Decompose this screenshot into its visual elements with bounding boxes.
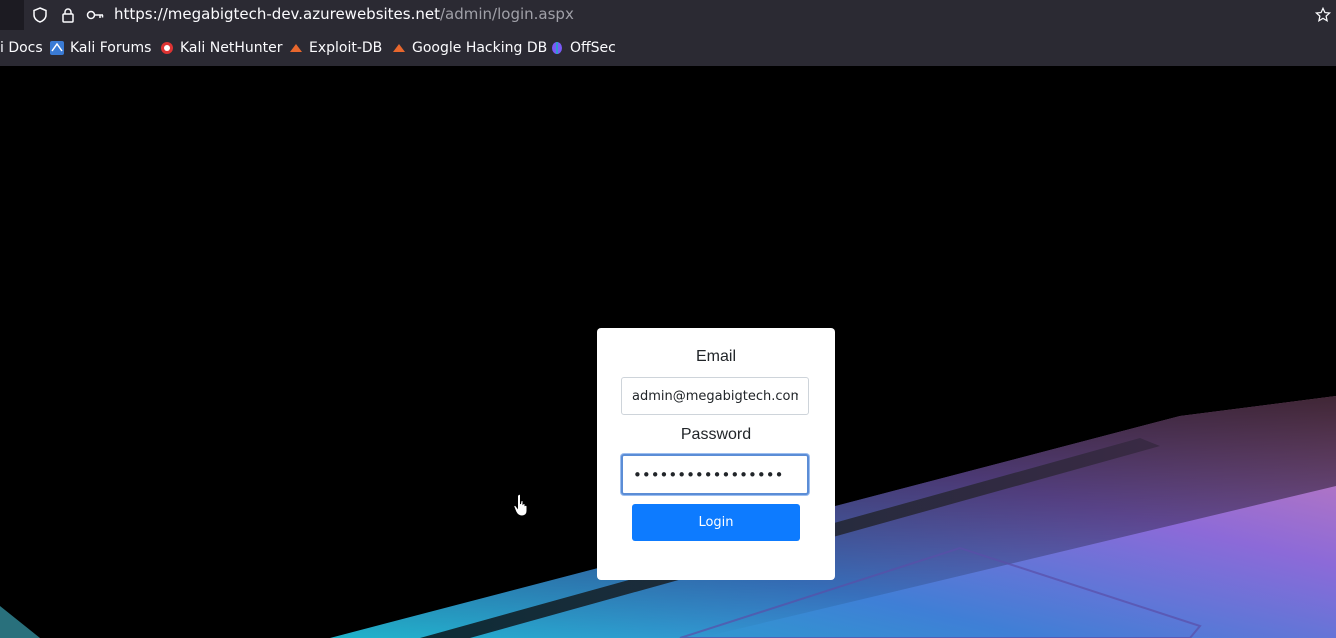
page-viewport: Email Password Login <box>0 66 1336 638</box>
bookmark-kali-nethunter[interactable]: Kali NetHunter <box>160 40 282 56</box>
bookmark-label: Kali Forums <box>70 40 152 56</box>
url-text[interactable]: https://megabigtech-dev.azurewebsites.ne… <box>114 5 574 23</box>
login-form: Email Password Login <box>597 328 835 580</box>
bookmark-label: Kali NetHunter <box>180 40 283 56</box>
shield-icon[interactable] <box>32 7 48 23</box>
kali-forums-icon <box>50 41 64 55</box>
bookmark-label: Google Hacking DB <box>412 40 548 56</box>
bookmark-offsec[interactable]: OffSec <box>550 40 616 56</box>
bookmark-label: i Docs <box>0 40 43 56</box>
bookmark-google-hacking-db[interactable]: Google Hacking DB <box>392 40 547 56</box>
key-icon[interactable] <box>86 7 104 23</box>
url-host: https://megabigtech-dev.azurewebsites.ne… <box>114 5 440 23</box>
email-label: Email <box>695 348 736 365</box>
bookmark-label: Exploit-DB <box>309 40 383 56</box>
nethunter-icon <box>161 42 173 54</box>
bookmark-kali-docs[interactable]: i Docs <box>0 40 43 56</box>
bookmark-kali-forums[interactable]: Kali Forums <box>50 40 151 56</box>
exploitdb-icon <box>290 44 302 52</box>
offsec-icon <box>552 42 562 54</box>
hand-cursor-icon <box>513 493 528 517</box>
password-label: Password <box>680 426 752 443</box>
url-path: /admin/login.aspx <box>440 5 574 23</box>
address-bar[interactable]: https://megabigtech-dev.azurewebsites.ne… <box>24 0 1336 30</box>
bookmarks-toolbar: i Docs Kali Forums Kali NetHunter Exploi… <box>0 30 1336 66</box>
bookmark-label: OffSec <box>570 40 616 56</box>
password-field[interactable] <box>621 454 809 495</box>
login-button[interactable]: Login <box>632 504 800 541</box>
star-bookmark-icon[interactable] <box>1314 7 1332 23</box>
bookmark-exploit-db[interactable]: Exploit-DB <box>289 40 382 56</box>
email-field[interactable] <box>621 377 809 415</box>
ghdb-icon <box>393 44 405 52</box>
url-bar-area: https://megabigtech-dev.azurewebsites.ne… <box>0 0 1336 30</box>
lock-icon[interactable] <box>60 7 76 23</box>
